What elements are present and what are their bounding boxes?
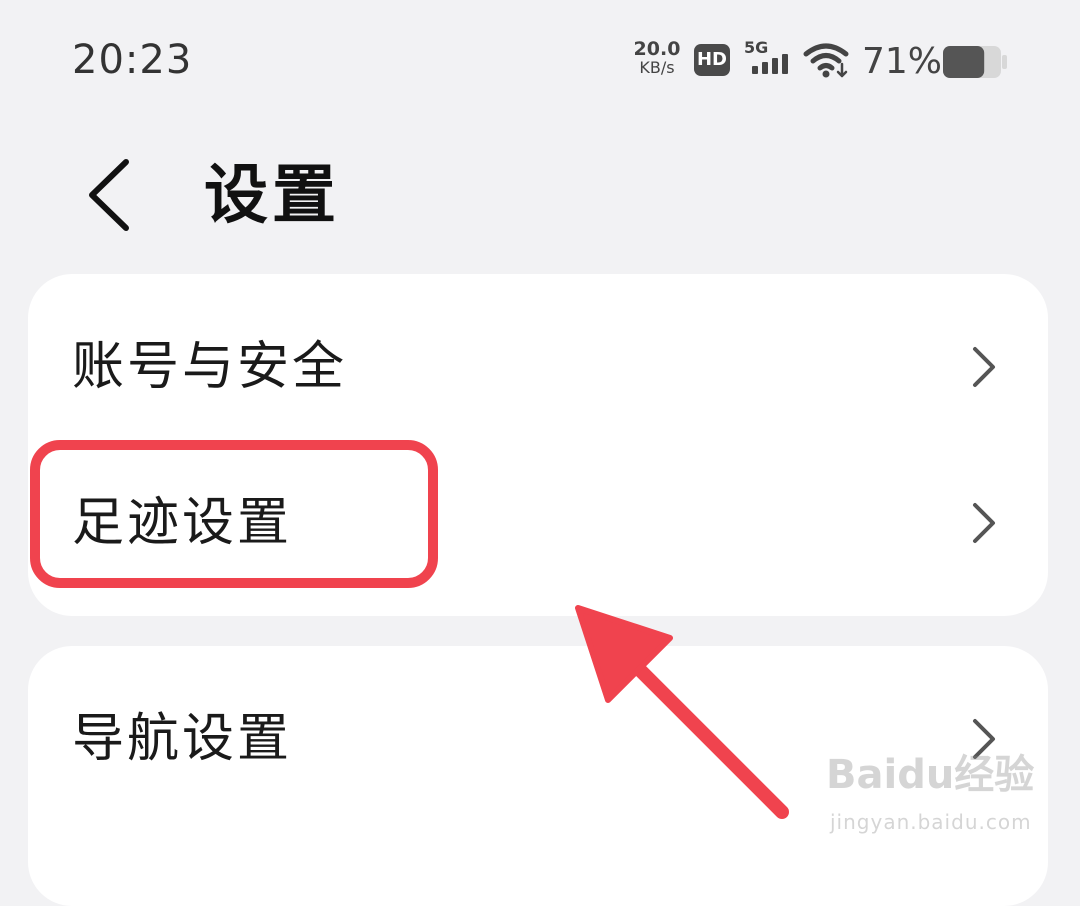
- wifi-icon: [803, 43, 849, 78]
- chevron-left-icon: [89, 159, 129, 231]
- settings-group-navigation: 导航设置: [28, 646, 1048, 906]
- network-speed: 20.0 KB/s: [632, 40, 682, 77]
- settings-group-account: 账号与安全 足迹设置: [28, 274, 1048, 616]
- settings-item-label: 足迹设置: [72, 493, 293, 553]
- chevron-right-icon: [973, 503, 995, 543]
- chevron-right-icon: [973, 347, 995, 387]
- status-bar: 20:23 20.0 KB/s HD 5G 71%: [0, 0, 1080, 120]
- settings-item-footprint[interactable]: 足迹设置: [28, 448, 1048, 598]
- network-speed-unit: KB/s: [639, 58, 675, 77]
- clock-time: 20:23: [72, 37, 193, 83]
- page-title: 设置: [204, 159, 340, 233]
- hd-icon: HD: [694, 44, 730, 76]
- chevron-right-icon: [973, 719, 995, 759]
- signal-icon: 5G: [744, 40, 790, 76]
- settings-item-navigation[interactable]: 导航设置: [28, 664, 1048, 814]
- settings-item-account-security[interactable]: 账号与安全: [28, 292, 1048, 442]
- settings-item-label: 导航设置: [72, 709, 293, 769]
- settings-item-label: 账号与安全: [72, 337, 348, 397]
- battery-percent: 71%: [862, 41, 943, 82]
- network-type-label: 5G: [744, 38, 769, 57]
- battery-icon: [943, 46, 1007, 78]
- back-button[interactable]: [70, 150, 150, 240]
- network-speed-value: 20.0: [633, 38, 681, 60]
